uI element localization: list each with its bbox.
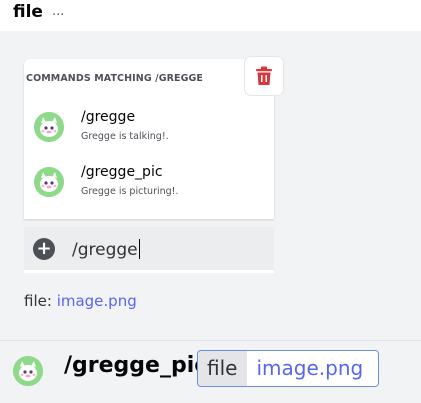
command-autocomplete-popup: COMMANDS MATCHING /GREGGE /gregge Gregge…: [24, 59, 274, 219]
header-ellipsis: ...: [52, 4, 65, 19]
bot-avatar-icon: [13, 356, 43, 386]
file-label: file:: [24, 292, 52, 310]
selected-command-name: /gregge_pic: [64, 353, 208, 378]
file-link[interactable]: image.png: [57, 292, 137, 310]
command-description: Gregge is picturing!.: [81, 186, 179, 197]
message-input-bar[interactable]: + /gregge: [24, 227, 274, 270]
command-description: Gregge is talking!.: [81, 131, 169, 142]
input-divider: [24, 270, 274, 273]
command-name: /gregge_pic: [81, 164, 163, 180]
option-name: file: [198, 351, 248, 386]
popup-title: COMMANDS MATCHING /GREGGE: [26, 73, 204, 84]
option-value[interactable]: image.png: [247, 351, 378, 386]
command-preview-bar: /gregge_pic file image.png: [0, 340, 421, 403]
plus-icon[interactable]: +: [33, 238, 55, 260]
file-attachment-line: file: image.png: [24, 292, 137, 310]
bot-avatar-icon: [34, 112, 64, 142]
command-option-gregge[interactable]: /gregge Gregge is talking!.: [32, 106, 266, 152]
message-input-value: /gregge: [72, 240, 138, 260]
delete-button[interactable]: [244, 56, 284, 96]
command-option-pill[interactable]: file image.png: [197, 350, 379, 387]
command-name: /gregge: [81, 109, 136, 125]
text-caret: [138, 239, 140, 259]
command-option-gregge-pic[interactable]: /gregge_pic Gregge is picturing!.: [32, 161, 266, 207]
header-bar: file ...: [0, 0, 421, 31]
header-title: file: [13, 2, 43, 22]
trash-icon: [256, 66, 272, 85]
message-input[interactable]: /gregge: [72, 239, 140, 260]
bot-avatar-icon: [34, 167, 64, 197]
